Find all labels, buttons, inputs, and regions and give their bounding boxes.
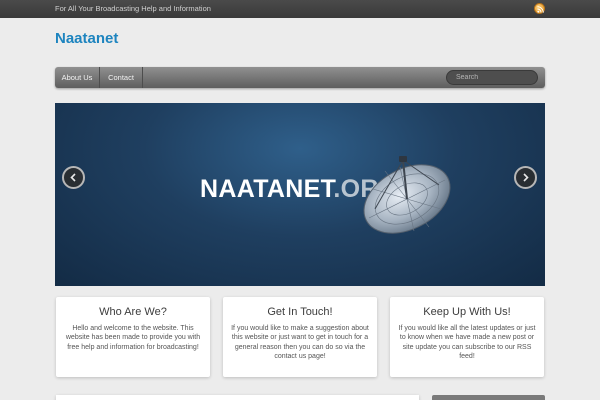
slider-next-button[interactable] — [514, 166, 537, 189]
nav-item-contact[interactable]: Contact — [100, 67, 143, 88]
box-title: Who Are We? — [99, 306, 167, 318]
info-box-who-are-we: Who Are We? Hello and welcome to the web… — [56, 297, 210, 377]
rss-icon[interactable] — [534, 3, 545, 14]
search-input[interactable] — [446, 70, 538, 85]
satellite-dish-image — [363, 156, 451, 234]
box-text: If you would like all the latest updates… — [398, 325, 536, 360]
box-title: Keep Up With Us! — [423, 306, 511, 318]
site-title[interactable]: Naatanet — [55, 30, 118, 47]
info-box-keep-up: Keep Up With Us! If you would like all t… — [390, 297, 544, 377]
box-title: Get In Touch! — [267, 306, 333, 318]
info-box-get-in-touch: Get In Touch! If you would like to make … — [223, 297, 377, 377]
chevron-left-icon — [70, 173, 76, 182]
featured-slider: NAATANET.ORG — [55, 103, 545, 286]
top-bar: For All Your Broadcasting Help and Infor… — [0, 0, 600, 18]
content-panel — [56, 395, 419, 400]
sidebar-widget — [432, 395, 545, 400]
nav-item-about-us[interactable]: About Us — [55, 67, 100, 88]
slider-prev-button[interactable] — [62, 166, 85, 189]
slide-title-main: NAATANET — [200, 175, 334, 203]
site-tagline: For All Your Broadcasting Help and Infor… — [55, 4, 211, 13]
box-text: Hello and welcome to the website. This w… — [65, 325, 201, 351]
chevron-right-icon — [523, 173, 529, 182]
box-text: If you would like to make a suggestion a… — [231, 325, 369, 360]
main-nav: About Us Contact — [55, 67, 545, 88]
